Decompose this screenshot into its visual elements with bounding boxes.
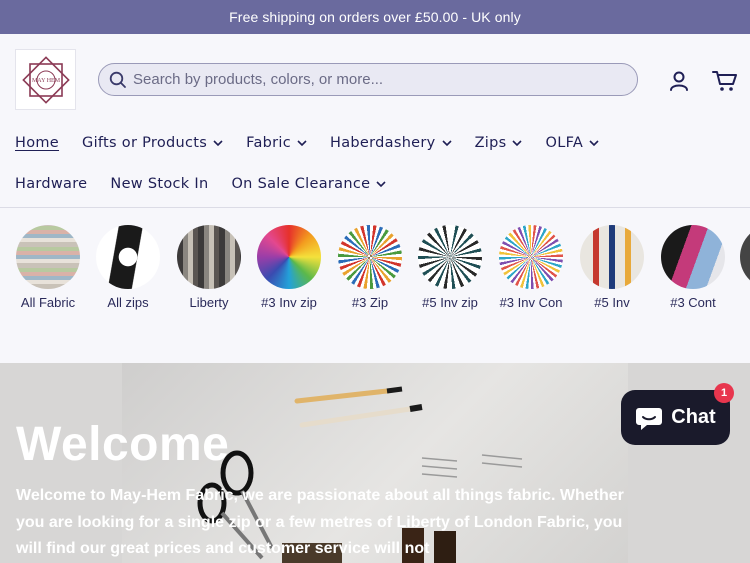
nav-item-gifts-or-products[interactable]: Gifts or Products xyxy=(82,135,223,151)
user-icon xyxy=(670,71,688,91)
category-3-cont[interactable]: #3 Cont xyxy=(653,225,733,310)
site-logo[interactable]: MAY HEM xyxy=(15,49,76,110)
hero-description: Welcome to May-Hem Fabric, we are passio… xyxy=(16,487,624,557)
chevron-down-icon xyxy=(376,180,386,187)
account-button[interactable] xyxy=(666,68,692,94)
category-3-inv-zip[interactable]: #3 Inv zip xyxy=(249,225,329,310)
nav-item-zips[interactable]: Zips xyxy=(475,135,523,151)
category-image xyxy=(338,225,402,289)
chat-notification-badge: 1 xyxy=(714,383,734,403)
hero-title: Welcome xyxy=(16,418,230,471)
cart-icon xyxy=(712,71,737,91)
category-image xyxy=(177,225,241,289)
chevron-down-icon xyxy=(297,139,307,146)
main-navigation: Home Gifts or Products Fabric Haberdashe… xyxy=(0,126,750,208)
chevron-down-icon xyxy=(512,139,523,146)
nav-item-on-sale-clearance[interactable]: On Sale Clearance xyxy=(231,176,386,192)
cart-button[interactable] xyxy=(710,68,740,94)
category-all-zips[interactable]: All zips xyxy=(88,225,168,310)
category-image xyxy=(661,225,725,289)
category-image xyxy=(418,225,482,289)
category-liberty[interactable]: Liberty xyxy=(169,225,249,310)
category-image xyxy=(580,225,644,289)
chevron-down-icon xyxy=(589,139,599,146)
nav-row-secondary: Hardware New Stock In On Sale Clearance xyxy=(15,175,409,193)
category-3-inv-con[interactable]: #3 Inv Con xyxy=(491,225,571,310)
category-next-partial[interactable] xyxy=(732,225,750,289)
search-input[interactable] xyxy=(133,71,613,88)
chevron-down-icon xyxy=(213,139,223,146)
category-all-fabric[interactable]: All Fabric xyxy=(8,225,88,310)
category-image xyxy=(16,225,80,289)
category-image xyxy=(257,225,321,289)
category-image xyxy=(499,225,563,289)
nav-item-fabric[interactable]: Fabric xyxy=(246,135,307,151)
category-5-inv[interactable]: #5 Inv xyxy=(572,225,652,310)
announcement-text: Free shipping on orders over £50.00 - UK… xyxy=(229,9,521,25)
nav-row-primary: Home Gifts or Products Fabric Haberdashe… xyxy=(15,134,622,152)
nav-item-haberdashery[interactable]: Haberdashery xyxy=(330,135,452,151)
svg-text:MAY HEM: MAY HEM xyxy=(31,78,60,84)
nav-item-home[interactable]: Home xyxy=(15,135,59,151)
search-bar[interactable] xyxy=(98,63,638,96)
site-header: MAY HEM xyxy=(0,34,750,126)
nav-item-new-stock-in[interactable]: New Stock In xyxy=(110,176,208,192)
search-icon[interactable] xyxy=(109,71,127,89)
chevron-down-icon xyxy=(441,139,452,146)
chat-bubble-icon xyxy=(636,407,663,430)
announcement-bar: Free shipping on orders over £50.00 - UK… xyxy=(0,0,750,34)
category-image xyxy=(96,225,160,289)
category-3-zip[interactable]: #3 Zip xyxy=(330,225,410,310)
nav-item-hardware[interactable]: Hardware xyxy=(15,176,87,192)
chat-button[interactable]: Chat xyxy=(621,390,730,445)
category-image xyxy=(740,225,750,289)
nav-item-olfa[interactable]: OLFA xyxy=(545,135,599,151)
chat-label: Chat xyxy=(671,406,716,428)
logo-emblem-icon: MAY HEM xyxy=(21,55,70,104)
category-5-inv-zip[interactable]: #5 Inv zip xyxy=(410,225,490,310)
category-carousel: All Fabric All zips Liberty #3 Inv zip #… xyxy=(0,208,750,363)
